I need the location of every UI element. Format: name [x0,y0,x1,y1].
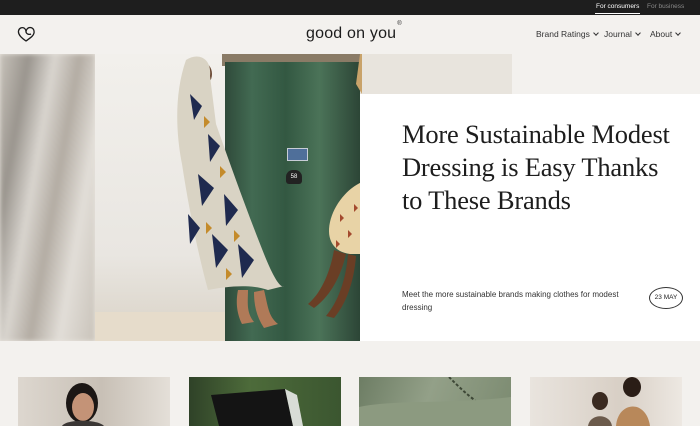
for-business-link[interactable]: For business [647,3,684,10]
woman-in-patterned-wrap [177,56,284,328]
for-consumers-link[interactable]: For consumers [594,3,641,14]
tile-fabric-image [359,377,511,426]
brand-name: good on you [306,25,397,42]
nav-label: Brand Ratings [536,29,590,39]
chevron-down-icon [675,30,682,36]
article-tile[interactable] [18,377,170,426]
woman-in-yellow-dress [308,54,362,318]
tile-product-image [211,389,303,426]
article-lede: Meet the more sustainable brands making … [402,290,619,312]
nav-about[interactable]: About [650,29,682,39]
nav-label: About [650,29,673,39]
article-tiles-row [0,341,700,426]
blurred-fabric-foreground [0,54,95,341]
nav-label: Journal [604,29,632,39]
tile-portrait-image [62,383,104,426]
tile-models-image [588,377,650,426]
site-header: good on you® Brand Ratings Journal About [0,15,700,54]
chevron-down-icon [635,30,641,36]
article-title[interactable]: More Sustainable Modest Dressing is Easy… [402,118,682,217]
heart-logo-icon[interactable] [17,26,35,42]
article-tile[interactable] [359,377,511,426]
brand-mark: ® [397,20,402,27]
chevron-down-icon [593,30,599,36]
nav-brand-ratings[interactable]: Brand Ratings [536,29,599,39]
site-logo-wordmark[interactable]: good on you® [306,21,402,43]
article-tile[interactable] [189,377,341,426]
featured-article-card[interactable]: More Sustainable Modest Dressing is Easy… [360,94,700,341]
article-tile[interactable] [530,377,682,426]
nav-journal[interactable]: Journal [604,29,641,39]
audience-bar: For consumers For business [0,0,700,15]
article-date-badge: 23 MAY [649,287,683,309]
